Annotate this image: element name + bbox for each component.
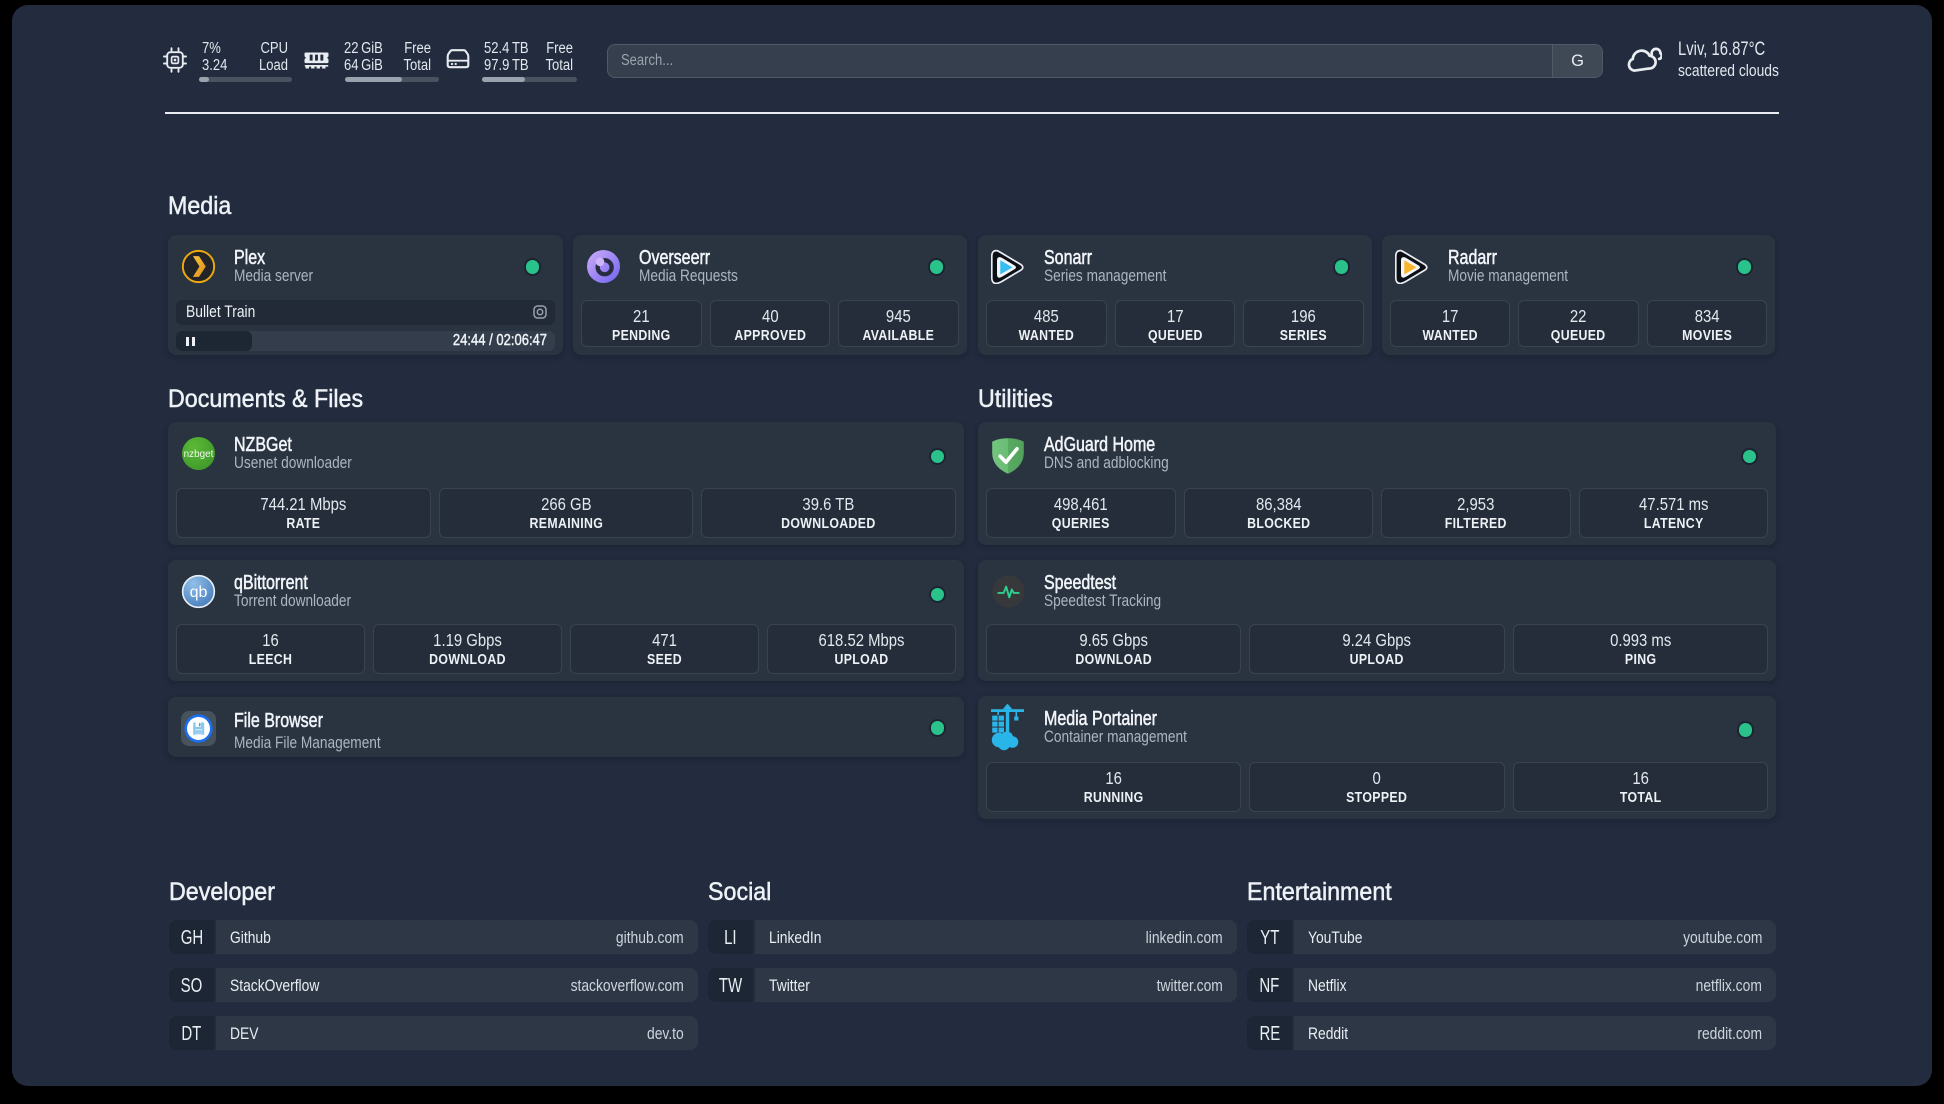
svg-text:qb: qb <box>190 583 208 601</box>
svg-text:nzbget: nzbget <box>184 449 214 460</box>
